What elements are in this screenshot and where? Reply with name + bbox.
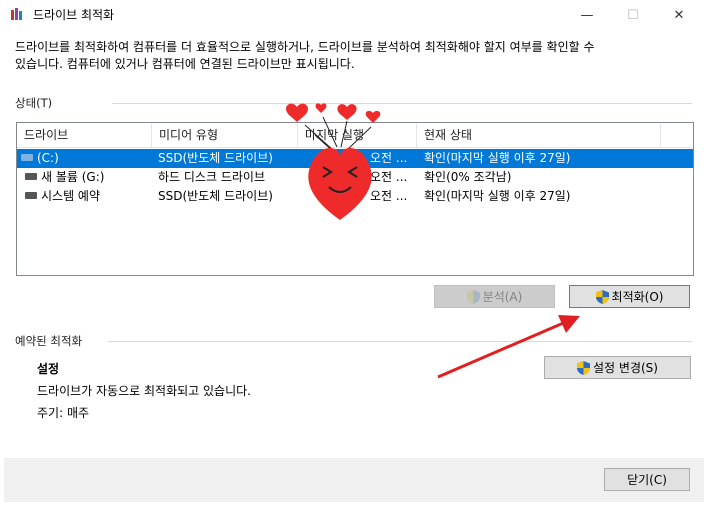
close-window-button[interactable]: ✕ — [656, 0, 702, 30]
drive-name: (C:) — [37, 151, 59, 165]
schedule-status: 드라이브가 자동으로 최적화되고 있습니다. — [37, 384, 251, 398]
drive-icon — [21, 154, 33, 161]
drive-icon — [25, 192, 37, 199]
title-bar: 드라이브 최적화 — ☐ ✕ — [0, 0, 704, 30]
schedule-frequency: 주기: 매주 — [37, 406, 90, 420]
column-header-current-status[interactable]: 현재 상태 — [417, 123, 661, 147]
description-line-2: 있습니다. 컴퓨터에 있거나 컴퓨터에 연결된 드라이브만 표시됩니다. — [15, 57, 355, 71]
current-status: 확인(마지막 실행 이후 27일) — [424, 189, 571, 203]
status-group-label: 상태(T) — [15, 96, 53, 110]
defrag-app-icon — [11, 8, 22, 20]
drive-name: 시스템 예약 — [41, 189, 101, 203]
description: 드라이브를 최적화하여 컴퓨터를 더 효율적으로 실행하거나, 드라이브를 분석… — [15, 39, 675, 73]
media-type: 하드 디스크 드라이브 — [158, 170, 265, 184]
red-arrow-icon — [437, 315, 580, 379]
column-header-drive[interactable]: 드라이브 — [17, 123, 152, 147]
maximize-button[interactable]: ☐ — [610, 0, 656, 30]
column-header-media-type[interactable]: 미디어 유형 — [152, 123, 298, 147]
scheduled-group-divider — [108, 341, 692, 342]
uac-shield-icon — [466, 289, 480, 304]
current-status: 확인(0% 조각남) — [424, 170, 512, 184]
schedule-heading: 설정 — [37, 362, 60, 376]
media-type: SSD(반도체 드라이브) — [158, 189, 273, 203]
description-line-1: 드라이브를 최적화하여 컴퓨터를 더 효율적으로 실행하거나, 드라이브를 분석… — [15, 40, 595, 54]
heart-sticker-icon — [286, 103, 381, 220]
status-group-divider — [112, 103, 692, 104]
media-type: SSD(반도체 드라이브) — [158, 151, 273, 165]
minimize-button[interactable]: — — [564, 0, 610, 30]
uac-shield-icon — [595, 289, 609, 304]
window-title: 드라이브 최적화 — [33, 8, 115, 22]
analyze-label: 분석(A) — [482, 290, 523, 304]
drive-icon — [25, 173, 37, 180]
scheduled-group-label: 예약된 최적화 — [15, 334, 83, 348]
drive-name: 새 볼륨 (G:) — [41, 170, 105, 184]
change-settings-label: 설정 변경(S) — [593, 361, 658, 375]
current-status: 확인(마지막 실행 이후 27일) — [424, 151, 571, 165]
dialog-footer — [4, 458, 704, 502]
optimize-label: 최적화(O) — [611, 290, 664, 304]
close-button[interactable]: 닫기(C) — [604, 468, 690, 491]
